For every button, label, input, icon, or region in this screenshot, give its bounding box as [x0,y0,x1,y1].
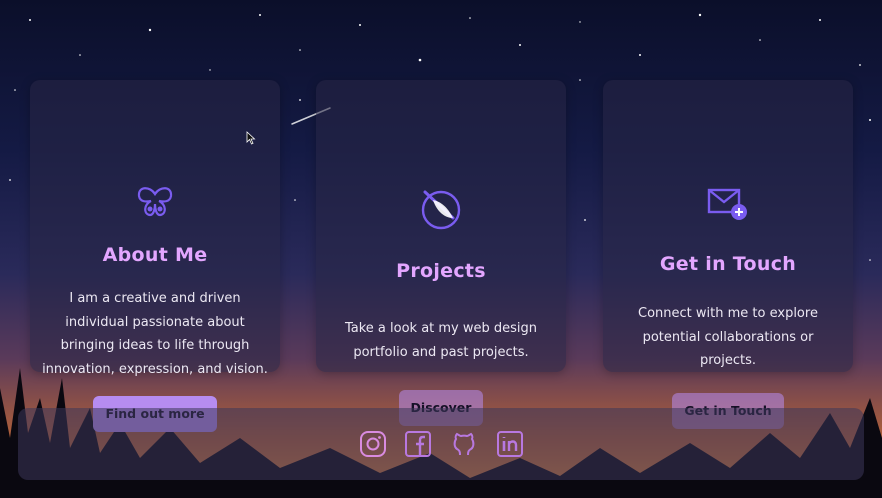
about-me-card: About Me I am a creative and driven indi… [30,80,280,432]
card-title: Get in Touch [659,253,797,275]
card-text-line: potential collaborations or [642,329,814,345]
get-in-touch-card: Get in Touch Connect with me to explore … [603,80,853,429]
butterfly-icon [137,187,173,217]
linkedin-icon[interactable] [496,430,524,458]
card-text-line: Take a look at my web design [344,321,538,336]
quill-icon [421,190,461,230]
card-text-line: projects. [699,353,757,368]
card-text-line: I am a creative and driven [69,291,241,306]
mouse-cursor-icon [246,131,256,145]
card-text-line: innovation, expression, and vision. [42,361,268,377]
github-icon[interactable] [450,430,478,458]
envelope-icon [707,188,747,220]
card-text-line: individual passionate about [65,314,245,330]
card-text-line: Connect with me to explore [638,306,818,321]
card-text-line: bringing ideas to life through [60,338,250,353]
facebook-icon[interactable] [404,430,432,458]
card-title: About Me [102,244,208,266]
card-title: Projects [396,260,486,282]
card-text-line: portfolio and past projects. [353,344,529,360]
footer-bar [18,408,864,480]
projects-card: Projects Take a look at my web design po… [316,80,566,426]
instagram-icon[interactable] [359,430,387,458]
